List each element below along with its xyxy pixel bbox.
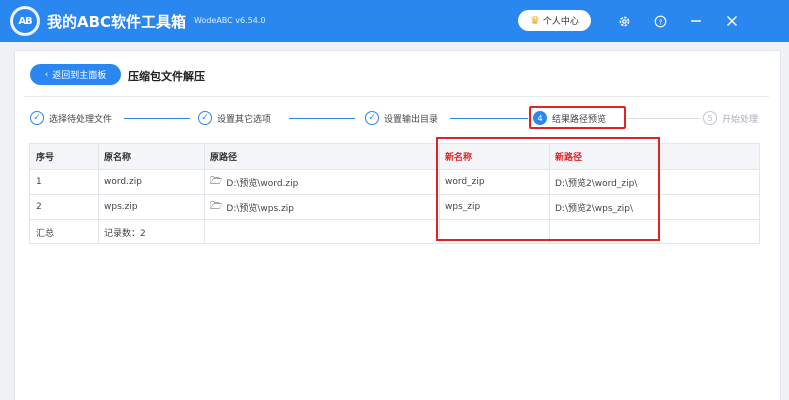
original-path[interactable]: 🗁 D:\预览\wps.zip <box>204 195 294 219</box>
column-header: 原名称 <box>104 153 132 163</box>
back-button-label: 返回到主面板 <box>52 71 107 81</box>
app-version: WodeABC v6.54.0 <box>194 16 266 25</box>
close-icon[interactable] <box>723 12 741 30</box>
check-icon: ✓ <box>365 111 379 125</box>
folder-icon: 🗁 <box>210 175 223 187</box>
page-title: 压缩包文件解压 <box>128 70 205 83</box>
title-bar: AB 我的ABC软件工具箱 WodeABC v6.54.0 ♛ 个人中心 ? <box>0 0 789 42</box>
step-start-processing[interactable]: 5 开始处理 <box>703 111 758 125</box>
step-other-options[interactable]: ✓ 设置其它选项 <box>198 111 271 125</box>
minimize-icon[interactable] <box>687 12 705 30</box>
step-connector <box>124 118 190 119</box>
back-to-main-button[interactable]: ‹ 返回到主面板 <box>30 64 121 85</box>
summary-label: 汇总 <box>36 229 55 239</box>
svg-text:?: ? <box>658 17 662 26</box>
record-count: 记录数：2 <box>104 229 146 239</box>
window-edge <box>783 42 789 400</box>
path-text: D:\预览\word.zip <box>226 178 299 189</box>
original-path[interactable]: 🗁 D:\预览\word.zip <box>204 170 298 194</box>
row-index: 1 <box>36 177 42 187</box>
step-number: 5 <box>703 111 717 125</box>
logo-text: AB <box>13 9 37 33</box>
check-icon: ✓ <box>198 111 212 125</box>
step-output-dir[interactable]: ✓ 设置输出目录 <box>365 111 438 125</box>
step-label: 设置输出目录 <box>384 114 439 125</box>
row-index: 2 <box>36 202 42 212</box>
step-select-files[interactable]: ✓ 选择待处理文件 <box>30 111 112 125</box>
step-connector <box>628 118 700 119</box>
divider <box>24 96 769 97</box>
gear-icon[interactable] <box>615 12 633 30</box>
original-name: wps.zip <box>104 202 138 212</box>
crown-icon: ♛ <box>530 14 540 27</box>
chevron-left-icon: ‹ <box>44 69 49 80</box>
active-step-highlight <box>529 106 626 129</box>
original-name: word.zip <box>104 177 142 187</box>
column-header: 原路径 <box>210 153 238 163</box>
step-label: 设置其它选项 <box>217 114 272 125</box>
step-connector <box>450 118 528 119</box>
column-divider <box>204 144 205 243</box>
column-header: 序号 <box>36 153 55 163</box>
app-logo: AB <box>10 6 40 36</box>
check-icon: ✓ <box>30 111 44 125</box>
user-center-label: 个人中心 <box>542 17 579 27</box>
new-columns-highlight <box>436 137 660 241</box>
column-divider <box>98 144 99 243</box>
step-label: 选择待处理文件 <box>49 114 113 125</box>
step-label: 开始处理 <box>722 114 759 125</box>
app-title: 我的ABC软件工具箱 <box>47 13 187 31</box>
folder-icon: 🗁 <box>210 200 223 212</box>
help-icon[interactable]: ? <box>651 12 669 30</box>
path-text: D:\预览\wps.zip <box>226 203 294 214</box>
user-center-button[interactable]: ♛ 个人中心 <box>518 10 591 31</box>
step-connector <box>289 118 355 119</box>
